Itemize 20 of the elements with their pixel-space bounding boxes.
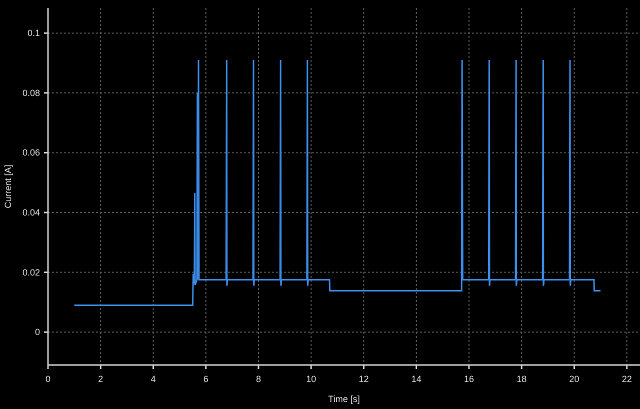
y-tick-label: 0.02 [22, 267, 40, 278]
y-axis-title: Current [A] [3, 164, 13, 208]
x-tick-label: 10 [306, 374, 316, 384]
x-axis-title: Time [s] [328, 394, 360, 404]
x-tick-label: 2 [98, 374, 104, 384]
x-tick-label: 16 [464, 374, 474, 384]
x-tick-label: 22 [622, 374, 632, 384]
y-tick-label: 0.1 [27, 28, 40, 38]
y-tick-label: 0.08 [22, 88, 40, 98]
y-tick-label: 0 [34, 327, 40, 338]
x-tick-label: 18 [516, 374, 527, 384]
y-tick-label: 0.04 [22, 208, 40, 218]
x-tick-label: 0 [46, 374, 50, 384]
x-tick-label: 14 [411, 374, 422, 384]
x-tick-label: 20 [569, 374, 580, 384]
x-tick-label: 8 [256, 374, 261, 384]
x-tick-label: 6 [203, 374, 208, 384]
y-tick-label: 0.06 [22, 148, 40, 158]
x-tick-label: 12 [358, 374, 369, 384]
x-tick-label: 4 [150, 374, 156, 384]
